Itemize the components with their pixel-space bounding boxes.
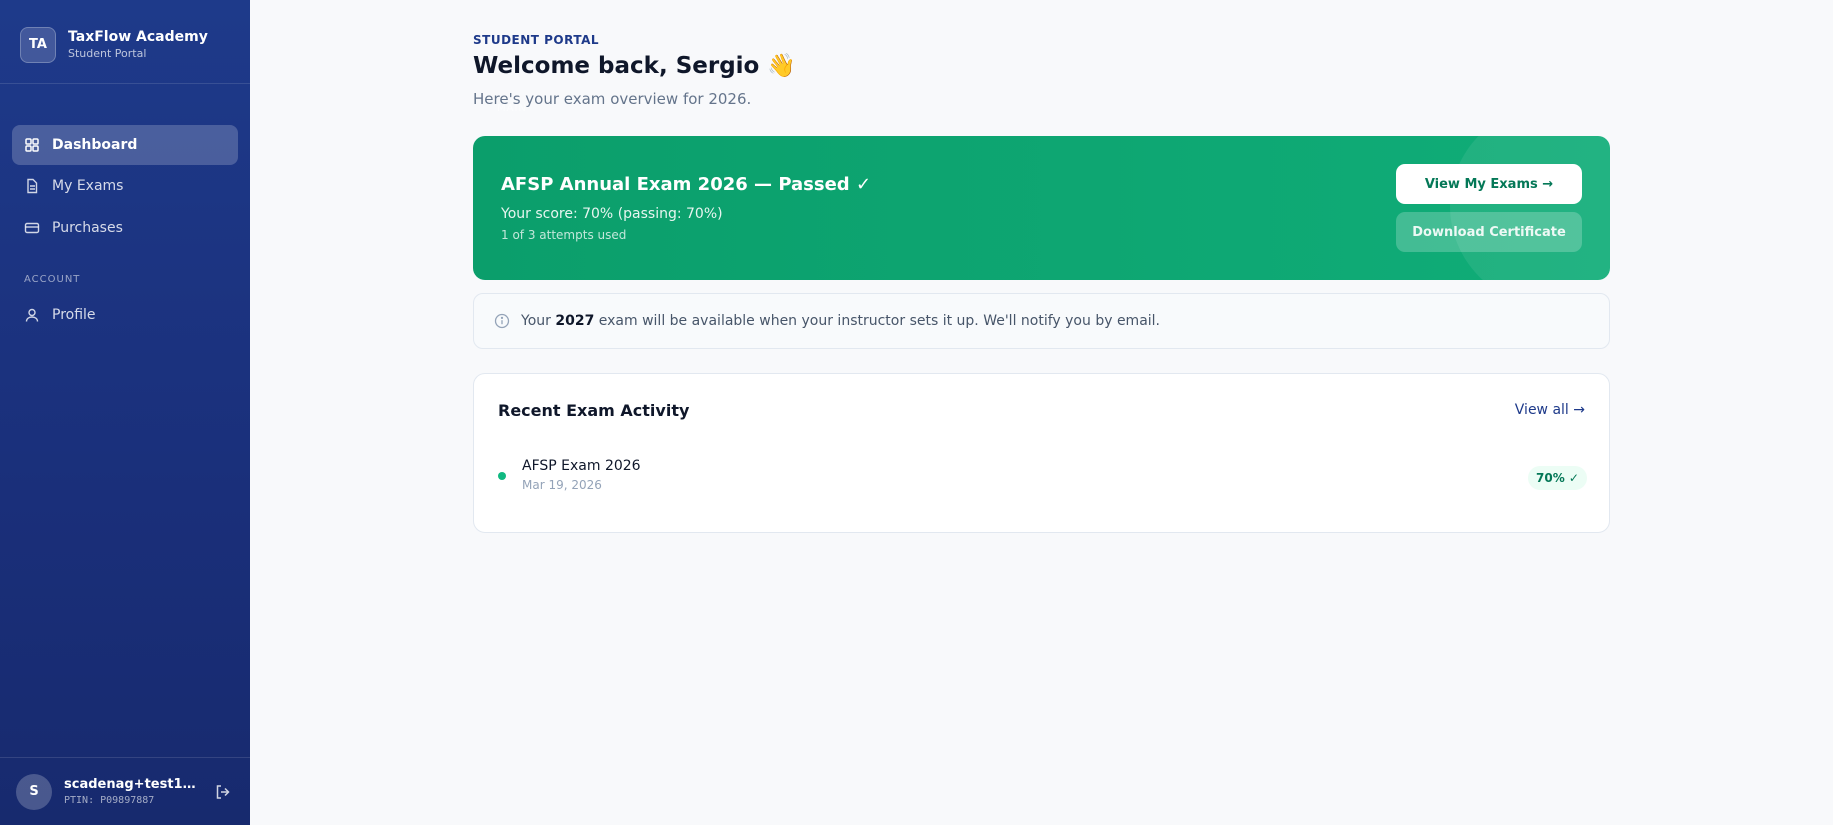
user-info: scadenag+test1@gmail.com PTIN: P09897887 (64, 777, 206, 806)
brand-name: TaxFlow Academy (68, 29, 208, 45)
sidebar: TA TaxFlow Academy Student Portal MAIN D… (0, 0, 526, 825)
exam-score: Your score: 70% (passing: 70%) (501, 206, 723, 222)
brand-logo: TA (20, 26, 56, 63)
user-icon (24, 307, 40, 323)
user-panel: S scadenag+test1@gmail.com PTIN: P098978… (0, 757, 250, 825)
sidebar-item-my-exams[interactable]: My Exams (12, 166, 238, 206)
sidebar-item-dashboard[interactable]: Dashboard (12, 125, 238, 165)
exam-result-title: AFSP Annual Exam 2026 — Passed ✓ (501, 174, 872, 195)
download-certificate-button[interactable]: Download Certificate (1396, 212, 1582, 252)
avatar: S (16, 773, 52, 810)
user-ptin: PTIN: P09897887 (64, 795, 155, 806)
user-email: scadenag+test1@gmail.com (64, 777, 206, 792)
document-icon (24, 178, 40, 194)
recent-activity-card: Recent Exam Activity View all → AFSP Exa… (473, 373, 1610, 533)
sidebar-item-purchases[interactable]: Purchases (12, 208, 238, 248)
list-item[interactable]: AFSP Exam 2026 Mar 19, 2026 70% ✓ (498, 458, 1587, 498)
exam-date: Mar 19, 2026 (522, 478, 602, 492)
status-dot (498, 472, 506, 480)
logout-icon[interactable] (214, 783, 232, 801)
page-title: Welcome back, Sergio 👋 (473, 53, 796, 79)
page-subtitle: Here's your exam overview for 2026. (473, 90, 752, 108)
grid-icon (24, 137, 40, 153)
card-title: Recent Exam Activity (498, 401, 690, 420)
sidebar-item-label: My Exams (52, 178, 124, 194)
notice-year: 2027 (555, 313, 595, 329)
view-my-exams-button[interactable]: View My Exams → (1396, 164, 1582, 204)
brand: TA TaxFlow Academy Student Portal (0, 0, 250, 84)
credit-card-icon (24, 220, 40, 236)
exam-attempts: 1 of 3 attempts used (501, 228, 627, 242)
notice-suffix: exam will be available when your instruc… (598, 313, 1161, 329)
notice-prefix: Your (521, 313, 551, 329)
exam-availability-notice: Your 2027 exam will be available when yo… (473, 293, 1610, 349)
brand-text: TaxFlow Academy Student Portal (68, 29, 208, 60)
sidebar-item-label: Profile (52, 307, 96, 323)
sidebar-item-profile[interactable]: Profile (12, 295, 238, 335)
brand-subtitle: Student Portal (68, 47, 147, 60)
sidebar-item-label: Dashboard (52, 137, 138, 153)
page-kicker: STUDENT PORTAL (473, 33, 600, 47)
decorative-circle (1450, 136, 1610, 280)
sidebar-item-label: Purchases (52, 220, 123, 236)
score-badge: 70% ✓ (1528, 466, 1587, 490)
exam-name: AFSP Exam 2026 (522, 458, 641, 474)
info-icon (494, 313, 510, 329)
view-all-link[interactable]: View all → (1515, 402, 1585, 418)
exam-result-banner: AFSP Annual Exam 2026 — Passed ✓ Your sc… (473, 136, 1610, 280)
nav-section-account: ACCOUNT (24, 274, 81, 285)
